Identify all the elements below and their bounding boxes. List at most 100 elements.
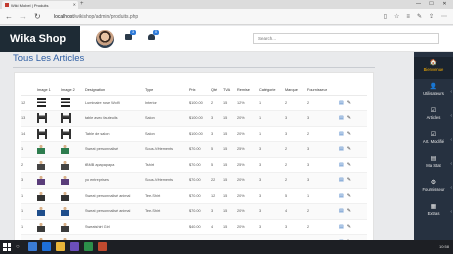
cell-marque: 2 (285, 95, 307, 111)
product-image-cell (61, 126, 85, 142)
sidebar-item-ma-stat[interactable]: ▤ Ma Stat ‹ (414, 153, 453, 175)
windows-start-icon[interactable] (3, 243, 11, 251)
taskbar-clock[interactable]: 10:58 (439, 243, 449, 251)
row-id: 12 (21, 95, 37, 111)
table-row[interactable]: 12 Luminaire rose Wolfi Interior $100.00 2 15… (21, 95, 367, 111)
table-row[interactable]: 3 yo entreprises Sous-Vêtements $70.00 22 15 2… (21, 172, 367, 189)
column-header: Prix (189, 85, 211, 96)
app-icon[interactable] (98, 242, 107, 251)
cell-four: 2 (307, 203, 339, 220)
table-row[interactable]: 2 tBMB apapapapa Tshirt $70.00 5 15 25% 3 2 3 ▤ ✎ (21, 157, 367, 173)
sidebar-item-bienvenue[interactable]: 🏠 Bienvenue (414, 57, 453, 79)
taskbar-search-icon[interactable]: ○ (16, 243, 20, 251)
favorite-star-icon[interactable]: ☆ (394, 12, 399, 22)
brand-logo[interactable]: Wika Shop (0, 26, 80, 52)
view-details-icon[interactable]: ▤ (339, 115, 344, 121)
edit-pencil-icon[interactable]: ✎ (347, 224, 351, 230)
back-arrow-icon[interactable]: ← (5, 12, 13, 22)
messages-icon[interactable]: 3 (125, 30, 136, 41)
share-icon[interactable]: ⇪ (429, 12, 434, 22)
cell-tva: 15 (223, 141, 237, 158)
notifications-icon[interactable]: 0 (148, 30, 159, 41)
avatar[interactable] (96, 30, 114, 48)
table-row[interactable]: 1 Sweat personnalisé Sous-Vêtements $70.00 5… (21, 141, 367, 158)
table-row[interactable]: 1 Sweat personnalisé animal Tee-Shirt $70.0… (21, 188, 367, 204)
table-row[interactable]: 13 table avec fauteuils Salon $100.00 3 15 20%… (21, 110, 367, 127)
edge-browser-icon[interactable] (42, 242, 51, 251)
new-tab-button[interactable]: + (80, 1, 84, 8)
minimize-button[interactable]: — (412, 0, 425, 8)
table-row[interactable]: 14 Table de salon Salon $100.00 3 15 20% 1 3 2 ▤ ✎ (21, 126, 367, 142)
edit-pencil-icon[interactable]: ✎ (347, 193, 351, 199)
articles-card: Image 1 Image 2 Designation Type Prix Qté TVA R… (14, 72, 374, 254)
sidebar-item-utilisateurs[interactable]: 👤 Utilisateurs ‹ (414, 81, 453, 103)
address-bar: ← → ↻ localhost/wikishop/admin/produits.… (0, 9, 453, 25)
app-icon[interactable] (70, 242, 79, 251)
view-details-icon[interactable]: ▤ (339, 162, 344, 168)
close-tab-icon[interactable]: ✕ (73, 2, 76, 7)
cell-qte: 3 (211, 203, 223, 220)
product-image (61, 128, 71, 139)
product-image (37, 206, 45, 217)
refresh-icon[interactable]: ↻ (34, 12, 41, 22)
cell-remise: 20% (237, 126, 259, 142)
view-details-icon[interactable]: ▤ (339, 100, 344, 106)
edit-pencil-icon[interactable]: ✎ (347, 177, 351, 183)
window-controls: — ☐ ✕ (412, 0, 451, 8)
cell-marque: 2 (285, 157, 307, 173)
view-details-icon[interactable]: ▤ (339, 131, 344, 137)
row-id: 1 (21, 188, 37, 204)
hub-icon[interactable]: ≡ (406, 12, 410, 22)
table-row[interactable]: 1 Sweat personnalisé animal Tee-Shirt $70.0… (21, 203, 367, 220)
sidebar-item-fournisseur[interactable]: ⚙ Fournisseur ‹ (414, 177, 453, 199)
product-image (37, 144, 45, 155)
sidebar-icon: ☑ (430, 108, 437, 114)
chevron-left-icon: ‹ (450, 113, 452, 119)
sidebar-item-extras[interactable]: ▦ Extras ‹ (414, 201, 453, 223)
task-view-icon[interactable] (28, 242, 37, 251)
cell-type: Tee-Shirt (145, 203, 189, 220)
view-details-icon[interactable]: ▤ (339, 177, 344, 183)
edit-pencil-icon[interactable]: ✎ (347, 131, 351, 137)
close-window-button[interactable]: ✕ (438, 0, 451, 8)
cell-prix: $70.00 (189, 188, 211, 204)
cell-type: Tee-Shirt (145, 188, 189, 204)
view-details-icon[interactable]: ▤ (339, 193, 344, 199)
view-details-icon[interactable]: ▤ (339, 146, 344, 152)
cell-marque: 2 (285, 141, 307, 158)
cell-qte: 5 (211, 157, 223, 173)
sidebar-item-art-modifi-[interactable]: ☑ Art. Modifié ‹ (414, 129, 453, 151)
more-icon[interactable]: ⋯ (441, 12, 447, 22)
reading-view-icon[interactable]: ▯ (384, 12, 387, 22)
sidebar-item-articles[interactable]: ☑ Articles ‹ (414, 105, 453, 127)
product-image-cell (61, 157, 85, 173)
file-explorer-icon[interactable] (56, 242, 65, 251)
edit-pencil-icon[interactable]: ✎ (347, 208, 351, 214)
browser-toolbar-icons: ▯ ☆ ≡ ✎ ⇪ ⋯ (384, 12, 447, 22)
cell-type: Tshirt (145, 157, 189, 173)
cell-remise: 20% (237, 188, 259, 204)
cell-four: 2 (307, 126, 339, 142)
url-field[interactable]: localhost/wikishop/admin/produits.php (54, 12, 364, 22)
app-icon[interactable] (84, 242, 93, 251)
browser-tab[interactable]: Wiki Mobel | Produits ✕ (2, 1, 78, 9)
edit-pencil-icon[interactable]: ✎ (347, 146, 351, 152)
cell-cat: 3 (259, 203, 285, 220)
page-title: Tous Les Articles (13, 53, 85, 64)
search-input[interactable] (253, 33, 439, 44)
cell-prix: $100.00 (189, 110, 211, 127)
cell-designation: Table de salon (85, 126, 145, 142)
product-image (61, 221, 69, 232)
product-image (37, 113, 47, 124)
edit-pencil-icon[interactable]: ✎ (347, 100, 351, 106)
edit-pencil-icon[interactable]: ✎ (347, 162, 351, 168)
view-details-icon[interactable]: ▤ (339, 208, 344, 214)
forward-arrow-icon[interactable]: → (19, 12, 27, 22)
notes-icon[interactable]: ✎ (417, 12, 422, 22)
maximize-button[interactable]: ☐ (425, 0, 438, 8)
view-details-icon[interactable]: ▤ (339, 224, 344, 230)
cell-cat: 3 (259, 188, 285, 204)
edit-pencil-icon[interactable]: ✎ (347, 115, 351, 121)
table-row[interactable]: 1 Sweatshirt Girl $40.00 4 15 20% 3 3 2 ▤ ✎ (21, 219, 367, 235)
url-host: localhost (54, 14, 74, 20)
